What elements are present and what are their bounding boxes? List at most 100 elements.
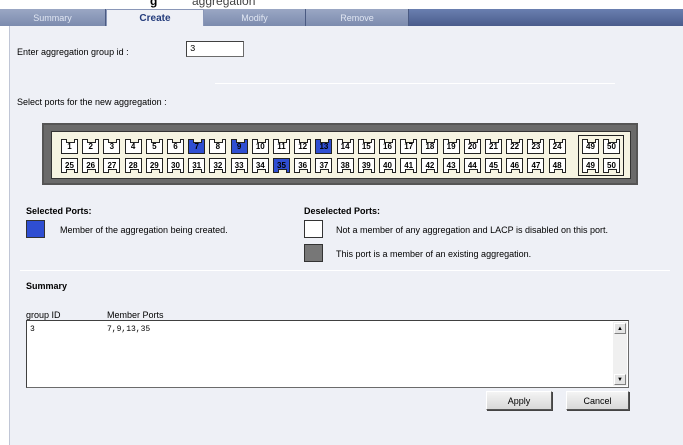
port-28[interactable]: 28 xyxy=(124,158,142,173)
port-number: 36 xyxy=(298,161,308,170)
selected-ports-heading: Selected Ports: xyxy=(26,206,92,216)
port-40[interactable]: 40 xyxy=(379,158,396,173)
port-34[interactable]: 34 xyxy=(251,158,269,173)
port-number: 32 xyxy=(213,161,223,170)
port-8[interactable]: 8 xyxy=(209,139,227,154)
port-46[interactable]: 46 xyxy=(506,158,524,173)
port-49[interactable]: 49 xyxy=(582,139,599,154)
port-29[interactable]: 29 xyxy=(145,158,163,173)
select-ports-label: Select ports for the new aggregation : xyxy=(17,97,167,107)
group-id-input[interactable]: 3 xyxy=(186,41,244,57)
port-37[interactable]: 37 xyxy=(315,158,333,173)
port-50[interactable]: 50 xyxy=(603,158,620,173)
port-30[interactable]: 30 xyxy=(167,158,184,173)
port-16[interactable]: 16 xyxy=(379,139,396,154)
port-number: 40 xyxy=(383,161,392,170)
port-44[interactable]: 44 xyxy=(463,158,481,173)
port-number: 33 xyxy=(234,161,244,170)
port-38[interactable]: 38 xyxy=(336,158,354,173)
page-title-fragment-rest: aggregation xyxy=(192,0,256,8)
port-22[interactable]: 22 xyxy=(506,139,524,154)
port-12[interactable]: 12 xyxy=(294,139,312,154)
port-number: 26 xyxy=(86,161,96,170)
port-15[interactable]: 15 xyxy=(357,139,375,154)
port-33[interactable]: 33 xyxy=(230,158,248,173)
port-number: 50 xyxy=(607,161,616,170)
port-7[interactable]: 7 xyxy=(188,139,206,154)
tab-bar-fill xyxy=(409,9,683,26)
summary-scrollbar[interactable]: ▲ ▼ xyxy=(613,322,627,386)
port-39[interactable]: 39 xyxy=(357,158,375,173)
port-number: 23 xyxy=(531,142,541,151)
port-number: 46 xyxy=(510,161,520,170)
selected-legend-text: Member of the aggregation being created. xyxy=(60,225,228,235)
port-23[interactable]: 23 xyxy=(527,139,545,154)
port-18[interactable]: 18 xyxy=(421,139,439,154)
port-4[interactable]: 4 xyxy=(124,139,142,154)
port-10[interactable]: 10 xyxy=(251,139,269,154)
port-47[interactable]: 47 xyxy=(527,158,545,173)
port-41[interactable]: 41 xyxy=(400,158,418,173)
port-number: 38 xyxy=(340,161,350,170)
summary-textarea[interactable]: 3 7,9,13,35 ▲ ▼ xyxy=(26,320,629,388)
port-number: 37 xyxy=(319,161,329,170)
scroll-up-icon[interactable]: ▲ xyxy=(614,323,626,334)
port-31[interactable]: 31 xyxy=(188,158,206,173)
port-number: 15 xyxy=(361,142,371,151)
deselected-swatch xyxy=(304,220,323,238)
port-1[interactable]: 1 xyxy=(61,139,78,154)
tab-create[interactable]: Create xyxy=(106,9,204,27)
switch-port-panel: 1 2 3 4 5 6 7 8 9 10 11 12 13 14 15 16 17 18 19 20 21 22 23 24 2… xyxy=(42,123,638,185)
summary-heading: Summary xyxy=(26,281,68,291)
port-42[interactable]: 42 xyxy=(421,158,439,173)
port-5[interactable]: 5 xyxy=(145,139,163,154)
port-number: 1 xyxy=(67,142,72,151)
port-48[interactable]: 48 xyxy=(548,158,566,173)
port-25[interactable]: 25 xyxy=(61,158,78,173)
port-2[interactable]: 2 xyxy=(82,139,100,154)
apply-button[interactable]: Apply xyxy=(486,391,552,410)
port-32[interactable]: 32 xyxy=(209,158,227,173)
port-45[interactable]: 45 xyxy=(485,158,502,173)
port-27[interactable]: 27 xyxy=(103,158,121,173)
port-17[interactable]: 17 xyxy=(400,139,418,154)
page-title-strip: g aggregation xyxy=(0,0,683,9)
port-24[interactable]: 24 xyxy=(548,139,566,154)
port-9[interactable]: 9 xyxy=(230,139,248,154)
port-number: 28 xyxy=(128,161,138,170)
port-number: 25 xyxy=(65,161,74,170)
port-number: 17 xyxy=(404,142,414,151)
tab-modify[interactable]: Modify xyxy=(204,9,306,26)
port-number: 24 xyxy=(552,142,562,151)
port-number: 21 xyxy=(489,142,498,151)
tab-summary-label: Summary xyxy=(33,12,72,23)
port-11[interactable]: 11 xyxy=(273,139,290,154)
other-aggregation-swatch xyxy=(304,244,323,262)
selected-swatch xyxy=(26,220,45,238)
port-number: 44 xyxy=(467,161,477,170)
port-14[interactable]: 14 xyxy=(336,139,354,154)
port-6[interactable]: 6 xyxy=(167,139,184,154)
port-20[interactable]: 20 xyxy=(463,139,481,154)
port-21[interactable]: 21 xyxy=(485,139,502,154)
port-number: 27 xyxy=(107,161,117,170)
port-26[interactable]: 26 xyxy=(82,158,100,173)
port-35[interactable]: 35 xyxy=(273,158,290,173)
summary-row-member-ports: 7,9,13,35 xyxy=(107,325,151,334)
port-3[interactable]: 3 xyxy=(103,139,121,154)
port-43[interactable]: 43 xyxy=(442,158,460,173)
scroll-down-icon[interactable]: ▼ xyxy=(614,374,626,385)
tab-summary[interactable]: Summary xyxy=(0,9,106,26)
port-number: 6 xyxy=(173,142,178,151)
port-number: 5 xyxy=(152,142,157,151)
cancel-button[interactable]: Cancel xyxy=(566,391,629,410)
port-49[interactable]: 49 xyxy=(582,158,599,173)
divider xyxy=(215,83,615,84)
port-number: 14 xyxy=(340,142,350,151)
port-13[interactable]: 13 xyxy=(315,139,333,154)
port-50[interactable]: 50 xyxy=(603,139,620,154)
port-19[interactable]: 19 xyxy=(442,139,460,154)
tab-remove[interactable]: Remove xyxy=(306,9,409,26)
port-number: 41 xyxy=(404,161,414,170)
port-36[interactable]: 36 xyxy=(294,158,312,173)
